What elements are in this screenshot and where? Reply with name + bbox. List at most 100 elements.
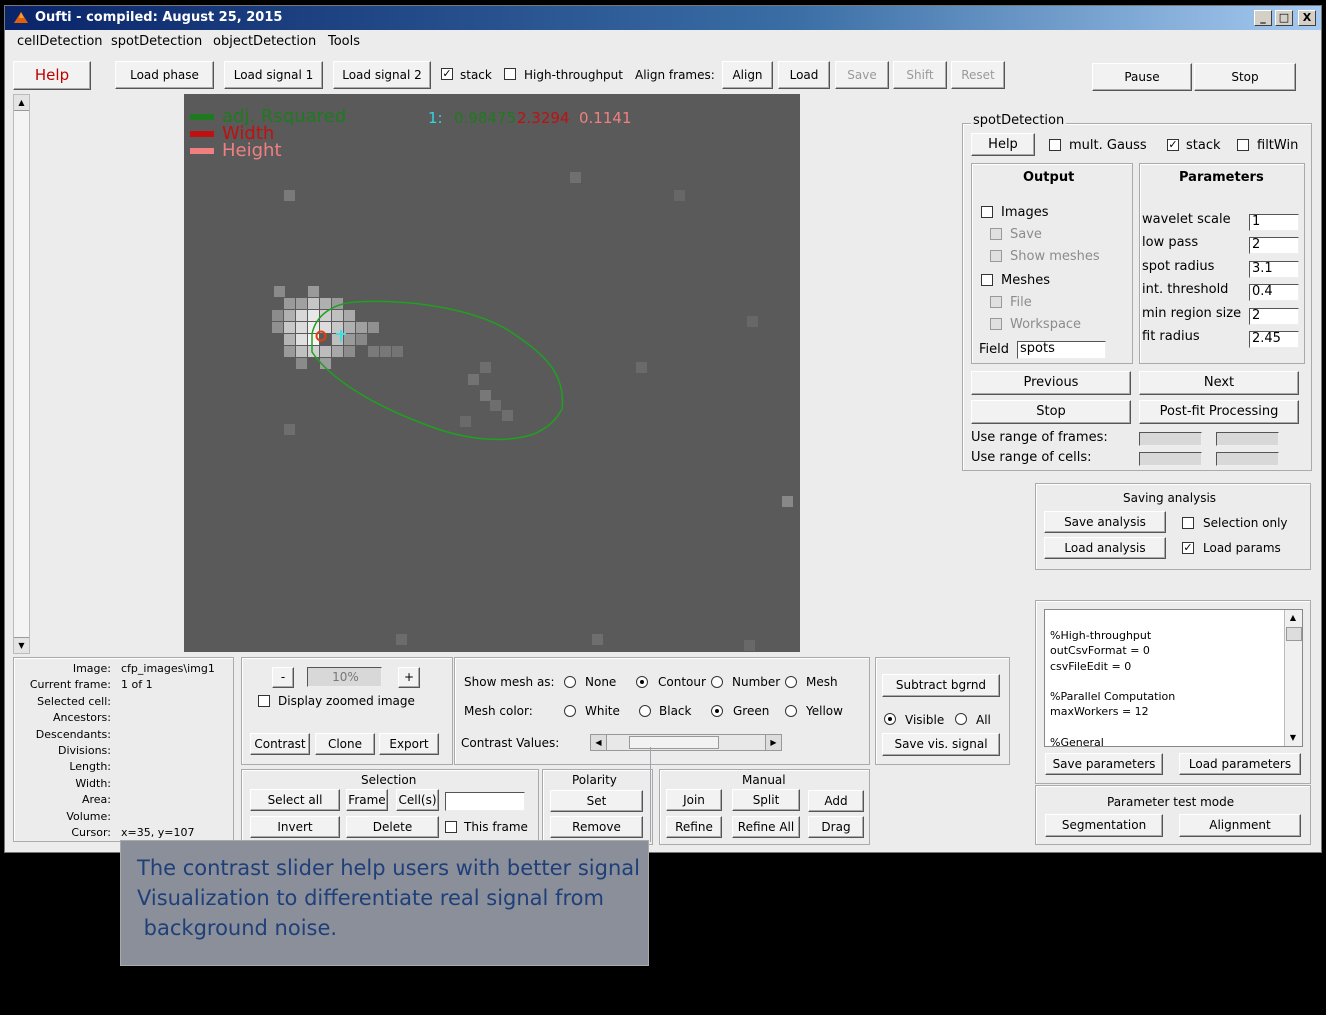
align-save-button[interactable]: Save (835, 61, 889, 89)
param-input[interactable]: 2 (1249, 237, 1299, 255)
shift-button[interactable]: Shift (893, 61, 947, 89)
spot-stack-checkbox[interactable]: ✓ (1167, 139, 1179, 151)
param-input[interactable]: 3.1 (1249, 260, 1299, 278)
clone-button[interactable]: Clone (315, 733, 375, 755)
reset-button[interactable]: Reset (951, 61, 1005, 89)
file-checkbox[interactable] (990, 296, 1002, 308)
save-analysis-button[interactable]: Save analysis (1044, 511, 1166, 533)
scroll-up-arrow-icon[interactable]: ▲ (14, 95, 29, 111)
slider-left-arrow-icon[interactable]: ◀ (591, 735, 607, 750)
slider-right-arrow-icon[interactable]: ▶ (765, 735, 781, 750)
spot-help-button[interactable]: Help (971, 133, 1035, 156)
next-button[interactable]: Next (1139, 371, 1299, 395)
menu-spot-detection[interactable]: spotDetection (111, 34, 202, 49)
menu-object-detection[interactable]: objectDetection (213, 34, 316, 49)
cells-button[interactable]: Cell(s) (396, 789, 439, 811)
parameters-textarea[interactable]: %High-throughput outCsvFormat = 0 csvFileE… (1044, 609, 1303, 747)
zoom-value-input[interactable]: 10% (307, 667, 382, 687)
images-checkbox[interactable] (981, 206, 993, 218)
contrast-button[interactable]: Contrast (250, 733, 310, 755)
mesh-contour-radio[interactable] (636, 676, 648, 688)
alignment-button[interactable]: Alignment (1179, 814, 1301, 837)
meshes-checkbox[interactable] (981, 274, 993, 286)
maximize-button[interactable]: □ (1275, 10, 1293, 26)
invert-button[interactable]: Invert (250, 816, 340, 838)
contrast-slider-thumb[interactable] (628, 736, 719, 749)
load-signal-1-button[interactable]: Load signal 1 (224, 61, 323, 89)
filtwin-checkbox[interactable] (1237, 139, 1249, 151)
mesh-mesh-radio[interactable] (785, 676, 797, 688)
load-analysis-button[interactable]: Load analysis (1044, 537, 1166, 559)
minimize-button[interactable]: _ (1254, 10, 1272, 26)
help-button[interactable]: Help (13, 61, 91, 90)
polarity-set-button[interactable]: Set (550, 790, 643, 812)
range-frames-end-input[interactable] (1216, 432, 1279, 446)
mesh-none-radio[interactable] (564, 676, 576, 688)
export-button[interactable]: Export (379, 733, 439, 755)
color-black-radio[interactable] (639, 705, 651, 717)
join-button[interactable]: Join (666, 789, 722, 811)
pause-button[interactable]: Pause (1092, 63, 1192, 91)
vertical-scrollbar[interactable]: ▲ ▼ (13, 94, 30, 654)
post-fit-processing-button[interactable]: Post-fit Processing (1139, 400, 1299, 424)
textarea-scroll-down-icon[interactable]: ▼ (1286, 731, 1300, 745)
color-white-radio[interactable] (564, 705, 576, 717)
mesh-number-radio[interactable] (711, 676, 723, 688)
textarea-scroll-thumb[interactable] (1286, 627, 1302, 641)
selection-only-checkbox[interactable] (1182, 517, 1194, 529)
align-load-button[interactable]: Load (778, 61, 830, 89)
load-phase-button[interactable]: Load phase (115, 61, 214, 89)
menu-cell-detection[interactable]: cellDetection (17, 34, 103, 49)
segmentation-button[interactable]: Segmentation (1045, 814, 1163, 837)
align-button[interactable]: Align (722, 61, 773, 89)
image-canvas[interactable]: adj. Rsquared Width Height 1: 0.98475 2.… (184, 94, 800, 652)
scroll-down-arrow-icon[interactable]: ▼ (14, 637, 29, 653)
workspace-checkbox[interactable] (990, 318, 1002, 330)
save-parameters-button[interactable]: Save parameters (1045, 753, 1163, 775)
color-yellow-radio[interactable] (785, 705, 797, 717)
show-meshes-checkbox[interactable] (990, 250, 1002, 262)
high-throughput-checkbox[interactable] (504, 68, 516, 80)
visible-radio[interactable] (884, 713, 896, 725)
select-all-button[interactable]: Select all (250, 789, 340, 811)
param-input[interactable]: 2.45 (1249, 331, 1299, 348)
display-zoomed-checkbox[interactable] (258, 695, 270, 707)
contrast-slider[interactable]: ◀ ▶ (590, 734, 782, 751)
subtract-bgrnd-button[interactable]: Subtract bgrnd (882, 674, 1000, 697)
spot-stop-button[interactable]: Stop (971, 400, 1131, 424)
cells-input[interactable] (445, 792, 525, 811)
save-images-checkbox[interactable] (990, 228, 1002, 240)
frame-button[interactable]: Frame (346, 789, 388, 811)
load-params-checkbox[interactable]: ✓ (1182, 542, 1194, 554)
textarea-scrollbar[interactable]: ▲ ▼ (1284, 610, 1302, 746)
stack-checkbox[interactable]: ✓ (441, 68, 453, 80)
refine-all-button[interactable]: Refine All (732, 816, 800, 838)
delete-button[interactable]: Delete (346, 816, 439, 838)
previous-button[interactable]: Previous (971, 371, 1131, 395)
load-signal-2-button[interactable]: Load signal 2 (333, 61, 431, 89)
param-input[interactable]: 0.4 (1249, 284, 1299, 302)
param-input[interactable]: 1 (1249, 214, 1299, 231)
stop-button[interactable]: Stop (1194, 63, 1296, 91)
split-button[interactable]: Split (732, 789, 800, 811)
zoom-out-button[interactable]: - (272, 667, 294, 688)
range-frames-start-input[interactable] (1139, 432, 1202, 446)
zoom-in-button[interactable]: + (398, 667, 420, 688)
close-button[interactable]: X (1298, 10, 1316, 26)
refine-button[interactable]: Refine (666, 816, 722, 838)
mult-gauss-checkbox[interactable] (1049, 139, 1061, 151)
save-vis-signal-button[interactable]: Save vis. signal (882, 733, 1000, 756)
field-input[interactable]: spots (1017, 341, 1106, 359)
color-green-radio[interactable] (711, 705, 723, 717)
menu-tools[interactable]: Tools (328, 34, 360, 49)
this-frame-checkbox[interactable] (445, 821, 457, 833)
add-button[interactable]: Add (808, 790, 864, 812)
polarity-remove-button[interactable]: Remove (550, 816, 643, 838)
param-input[interactable]: 2 (1249, 307, 1299, 325)
drag-button[interactable]: Drag (808, 816, 864, 838)
all-radio[interactable] (955, 713, 967, 725)
textarea-scroll-up-icon[interactable]: ▲ (1286, 611, 1300, 625)
range-cells-end-input[interactable] (1216, 452, 1279, 466)
load-parameters-button[interactable]: Load parameters (1179, 753, 1301, 775)
range-cells-start-input[interactable] (1139, 452, 1202, 466)
